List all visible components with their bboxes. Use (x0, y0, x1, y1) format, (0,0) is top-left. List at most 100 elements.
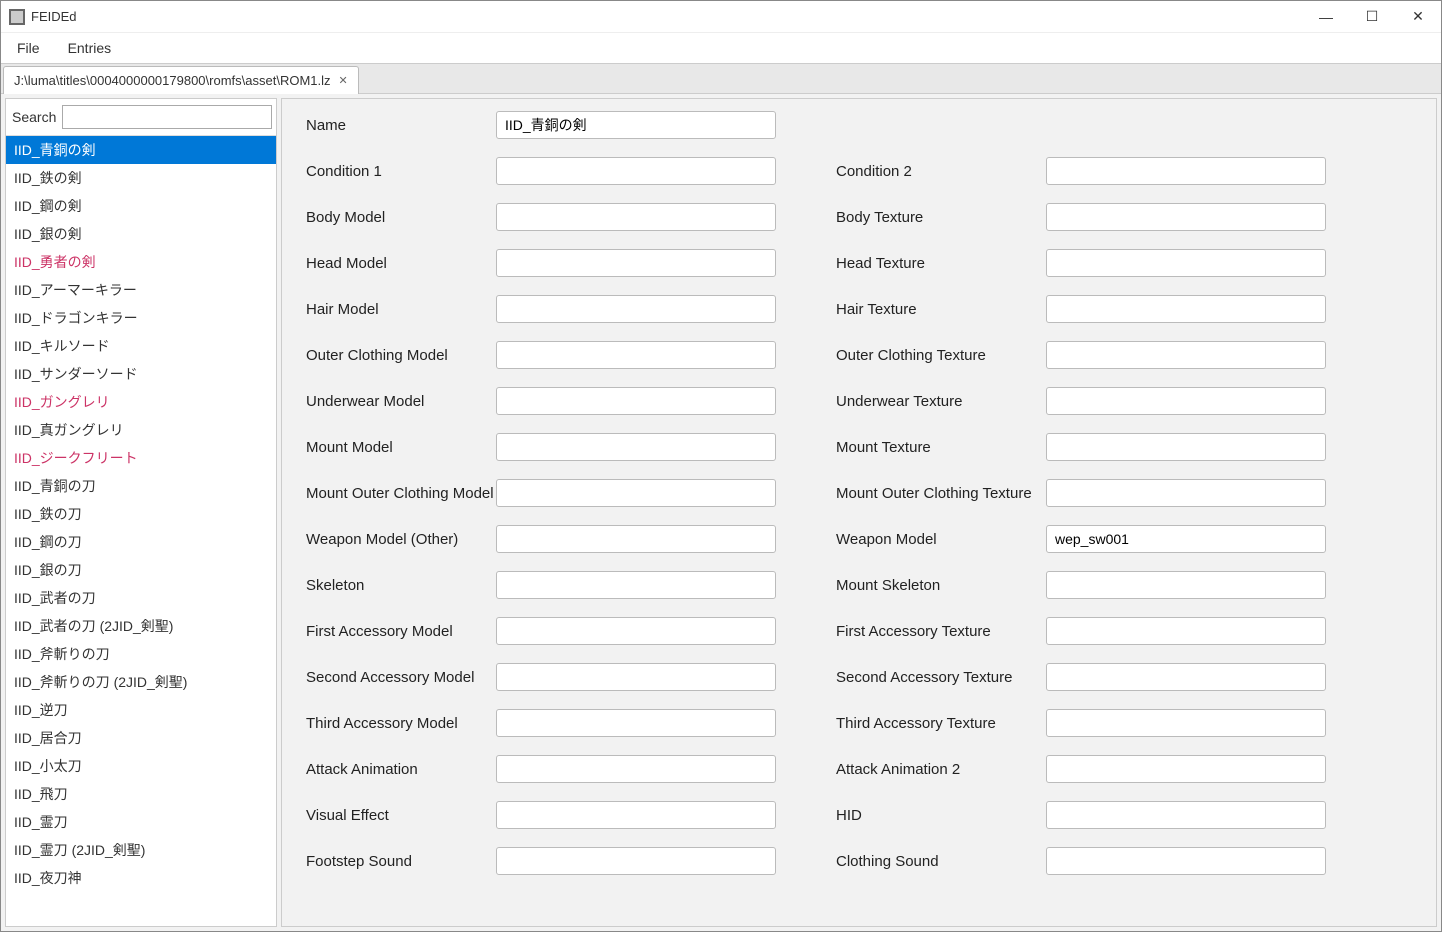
hair_model-label: Hair Model (306, 301, 496, 318)
list-item[interactable]: IID_夜刀神 (6, 864, 276, 892)
maximize-button[interactable]: ☐ (1349, 1, 1395, 32)
list-item[interactable]: IID_青銅の刀 (6, 472, 276, 500)
list-item[interactable]: IID_アーマーキラー (6, 276, 276, 304)
condition1-input[interactable] (496, 157, 776, 185)
condition2-label: Condition 2 (836, 163, 1046, 180)
mount_outer_clothing_model-label: Mount Outer Clothing Model (306, 485, 496, 502)
attack_animation-input[interactable] (496, 755, 776, 783)
visual_effect-label: Visual Effect (306, 807, 496, 824)
list-item[interactable]: IID_霊刀 (2JID_剣聖) (6, 836, 276, 864)
body_texture-input[interactable] (1046, 203, 1326, 231)
second_accessory_model-input[interactable] (496, 663, 776, 691)
tab-rom1[interactable]: J:\luma\titles\0004000000179800\romfs\as… (3, 66, 359, 94)
mount_skeleton-input[interactable] (1046, 571, 1326, 599)
close-button[interactable]: ✕ (1395, 1, 1441, 32)
second_accessory_model-label: Second Accessory Model (306, 669, 496, 686)
search-input[interactable] (62, 105, 272, 129)
menu-entries[interactable]: Entries (68, 40, 112, 56)
list-item[interactable]: IID_鉄の剣 (6, 164, 276, 192)
head_texture-label: Head Texture (836, 255, 1046, 272)
hair_texture-label: Hair Texture (836, 301, 1046, 318)
attack_animation_2-label: Attack Animation 2 (836, 761, 1046, 778)
footstep_sound-input[interactable] (496, 847, 776, 875)
minimize-button[interactable]: — (1303, 1, 1349, 32)
mount_outer_clothing_texture-label: Mount Outer Clothing Texture (836, 485, 1046, 502)
head_model-label: Head Model (306, 255, 496, 272)
mount_outer_clothing_model-input[interactable] (496, 479, 776, 507)
mount_skeleton-label: Mount Skeleton (836, 577, 1046, 594)
menubar: File Entries (1, 33, 1441, 63)
body_model-input[interactable] (496, 203, 776, 231)
body_model-label: Body Model (306, 209, 496, 226)
underwear_texture-label: Underwear Texture (836, 393, 1046, 410)
second_accessory_texture-label: Second Accessory Texture (836, 669, 1046, 686)
outer_clothing_model-input[interactable] (496, 341, 776, 369)
head_texture-input[interactable] (1046, 249, 1326, 277)
list-item[interactable]: IID_キルソード (6, 332, 276, 360)
third_accessory_texture-input[interactable] (1046, 709, 1326, 737)
underwear_model-label: Underwear Model (306, 393, 496, 410)
list-item[interactable]: IID_武者の刀 (6, 584, 276, 612)
visual_effect-input[interactable] (496, 801, 776, 829)
outer_clothing_texture-input[interactable] (1046, 341, 1326, 369)
list-item[interactable]: IID_斧斬りの刀 (6, 640, 276, 668)
hid-input[interactable] (1046, 801, 1326, 829)
titlebar: FEIDEd — ☐ ✕ (1, 1, 1441, 33)
list-item[interactable]: IID_小太刀 (6, 752, 276, 780)
list-item[interactable]: IID_逆刀 (6, 696, 276, 724)
skeleton-input[interactable] (496, 571, 776, 599)
attack_animation-label: Attack Animation (306, 761, 496, 778)
form-grid: NameCondition 1Condition 2Body ModelBody… (306, 111, 1412, 875)
hair_texture-input[interactable] (1046, 295, 1326, 323)
first_accessory_model-label: First Accessory Model (306, 623, 496, 640)
third_accessory_model-input[interactable] (496, 709, 776, 737)
list-item[interactable]: IID_勇者の剣 (6, 248, 276, 276)
menu-file[interactable]: File (17, 40, 40, 56)
list-item[interactable]: IID_ジークフリート (6, 444, 276, 472)
mount_texture-input[interactable] (1046, 433, 1326, 461)
list-item[interactable]: IID_飛刀 (6, 780, 276, 808)
list-item[interactable]: IID_鋼の剣 (6, 192, 276, 220)
first_accessory_model-input[interactable] (496, 617, 776, 645)
list-item[interactable]: IID_銀の剣 (6, 220, 276, 248)
outer_clothing_texture-label: Outer Clothing Texture (836, 347, 1046, 364)
underwear_texture-input[interactable] (1046, 387, 1326, 415)
list-item[interactable]: IID_ドラゴンキラー (6, 304, 276, 332)
underwear_model-input[interactable] (496, 387, 776, 415)
list-item[interactable]: IID_斧斬りの刀 (2JID_剣聖) (6, 668, 276, 696)
weapon_model_other-input[interactable] (496, 525, 776, 553)
second_accessory_texture-input[interactable] (1046, 663, 1326, 691)
list-item[interactable]: IID_霊刀 (6, 808, 276, 836)
list-item[interactable]: IID_青銅の剣 (6, 136, 276, 164)
list-item[interactable]: IID_真ガングレリ (6, 416, 276, 444)
weapon_model-input[interactable] (1046, 525, 1326, 553)
condition1-label: Condition 1 (306, 163, 496, 180)
attack_animation_2-input[interactable] (1046, 755, 1326, 783)
list-item[interactable]: IID_居合刀 (6, 724, 276, 752)
list-item[interactable]: IID_鉄の刀 (6, 500, 276, 528)
body_texture-label: Body Texture (836, 209, 1046, 226)
head_model-input[interactable] (496, 249, 776, 277)
tab-label: J:\luma\titles\0004000000179800\romfs\as… (14, 73, 331, 88)
third_accessory_texture-label: Third Accessory Texture (836, 715, 1046, 732)
list-item[interactable]: IID_銀の刀 (6, 556, 276, 584)
condition2-input[interactable] (1046, 157, 1326, 185)
clothing_sound-input[interactable] (1046, 847, 1326, 875)
mount_texture-label: Mount Texture (836, 439, 1046, 456)
first_accessory_texture-label: First Accessory Texture (836, 623, 1046, 640)
content: Search IID_青銅の剣IID_鉄の剣IID_鋼の剣IID_銀の剣IID_… (1, 93, 1441, 931)
name-input[interactable] (496, 111, 776, 139)
list-item[interactable]: IID_鋼の刀 (6, 528, 276, 556)
mount_outer_clothing_texture-input[interactable] (1046, 479, 1326, 507)
list-item[interactable]: IID_ガングレリ (6, 388, 276, 416)
entry-list[interactable]: IID_青銅の剣IID_鉄の剣IID_鋼の剣IID_銀の剣IID_勇者の剣IID… (6, 135, 276, 926)
hair_model-input[interactable] (496, 295, 776, 323)
close-icon[interactable]: ✕ (339, 74, 348, 87)
list-item[interactable]: IID_武者の刀 (2JID_剣聖) (6, 612, 276, 640)
first_accessory_texture-input[interactable] (1046, 617, 1326, 645)
list-item[interactable]: IID_サンダーソード (6, 360, 276, 388)
window-title: FEIDEd (31, 9, 77, 24)
app-icon (9, 9, 25, 25)
mount_model-input[interactable] (496, 433, 776, 461)
weapon_model_other-label: Weapon Model (Other) (306, 531, 496, 548)
